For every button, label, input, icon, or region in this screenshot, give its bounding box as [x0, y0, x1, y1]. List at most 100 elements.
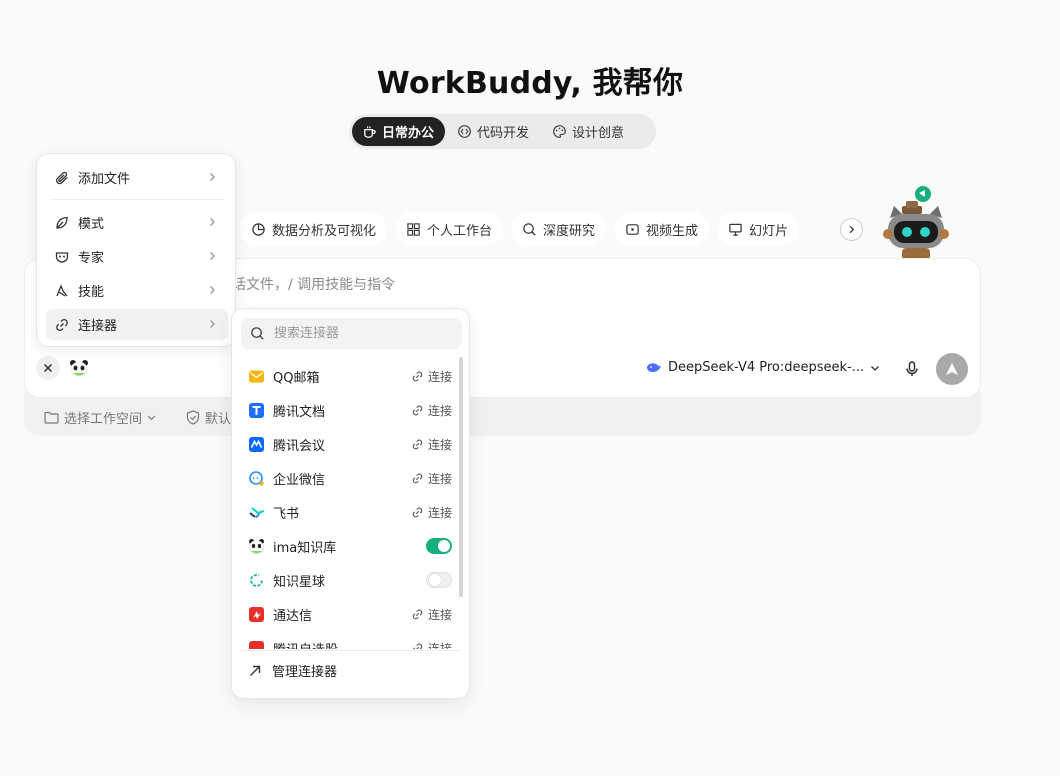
- chip-slides[interactable]: 幻灯片: [717, 212, 800, 246]
- chevron-right-icon: [210, 173, 215, 181]
- menu-item-label: 模式: [78, 217, 105, 232]
- tab-label: 设计创意: [572, 126, 625, 141]
- tencent-meeting-icon: [249, 436, 264, 452]
- tab-daily-office[interactable]: 日常办公: [352, 117, 446, 146]
- connect-button[interactable]: 连接: [411, 470, 452, 487]
- toggle-switch[interactable]: [426, 538, 452, 554]
- chevron-down-icon: [871, 365, 880, 371]
- connector-tongdaxin[interactable]: 通达信 连接: [248, 597, 452, 631]
- connector-zsxq[interactable]: 知识星球: [248, 563, 452, 597]
- expert-icon: [55, 251, 69, 263]
- connector-ima[interactable]: ima知识库: [248, 529, 452, 563]
- connect-button[interactable]: 连接: [411, 504, 452, 521]
- connector-list: QQ邮箱 连接 腾讯文档 连接 腾讯会议 连接 企业微信 连接 飞书 连接 im…: [232, 359, 469, 649]
- search-icon: [251, 327, 264, 340]
- connector-name: 飞书: [273, 506, 300, 522]
- chevron-right-icon: [849, 225, 855, 234]
- chips-next-button[interactable]: [840, 218, 863, 241]
- permission-selector[interactable]: 默认: [186, 408, 231, 427]
- connector-tencent-stocks[interactable]: 腾讯自选股 连接: [248, 631, 452, 649]
- chevron-right-icon: [210, 252, 215, 260]
- close-icon: [43, 363, 53, 373]
- toggle-switch[interactable]: [426, 572, 452, 588]
- connector-list-scrollbar[interactable]: [459, 357, 463, 597]
- connect-button[interactable]: 连接: [411, 606, 452, 623]
- tab-design[interactable]: 设计创意: [542, 117, 635, 146]
- menu-item-label: 添加文件: [78, 172, 131, 187]
- model-label: DeepSeek-V4 Pro:deepseek-...: [668, 360, 865, 375]
- tab-code-dev[interactable]: 代码开发: [447, 117, 540, 146]
- workspace-selector[interactable]: 选择工作空间: [44, 408, 156, 427]
- add-menu-popover: 添加文件 模式 专家 技能 连接器: [36, 153, 236, 347]
- wecom-icon: [249, 470, 264, 486]
- link-icon: [412, 643, 423, 649]
- connector-tencent-docs[interactable]: 腾讯文档 连接: [248, 393, 452, 427]
- folder-icon: [44, 411, 59, 424]
- connect-label: 连接: [427, 505, 452, 520]
- tongdaxin-icon: [249, 606, 264, 622]
- chevron-right-icon: [210, 286, 215, 294]
- suggestion-chips: 数据分析及可视化 个人工作台 深度研究 视频生成 幻灯片: [240, 212, 800, 246]
- mode-tabs: 日常办公 代码开发 设计创意: [349, 114, 656, 149]
- close-menu-button[interactable]: [36, 356, 60, 380]
- chip-label: 个人工作台: [427, 223, 493, 239]
- model-selector[interactable]: DeepSeek-V4 Pro:deepseek-...: [646, 360, 880, 375]
- skill-icon: [56, 283, 68, 297]
- menu-item-expert[interactable]: 专家: [46, 241, 228, 272]
- panda-icon[interactable]: [69, 359, 89, 377]
- connect-button[interactable]: 连接: [411, 436, 452, 453]
- connectors-popover: QQ邮箱 连接 腾讯文档 连接 腾讯会议 连接: [231, 308, 470, 699]
- grid-icon: [407, 222, 420, 236]
- menu-item-skills[interactable]: 技能: [46, 275, 228, 306]
- chip-deep-research[interactable]: 深度研究: [511, 212, 607, 246]
- chip-data-analysis[interactable]: 数据分析及可视化: [240, 212, 388, 246]
- menu-divider: [50, 199, 224, 200]
- chip-personal-workspace[interactable]: 个人工作台: [395, 212, 504, 246]
- microphone-icon[interactable]: [903, 360, 921, 378]
- connector-toggle-off[interactable]: [426, 572, 452, 588]
- tencent-stocks-icon: [249, 640, 264, 649]
- connector-divider: [241, 650, 462, 651]
- menu-item-mode[interactable]: 模式: [46, 207, 228, 238]
- connector-search-input[interactable]: [274, 326, 444, 341]
- robot-mascot-icon[interactable]: [880, 184, 952, 262]
- chevron-right-icon: [210, 320, 215, 328]
- leaf-icon: [56, 216, 68, 229]
- link-icon: [412, 371, 423, 381]
- manage-connectors-button[interactable]: 管理连接器: [248, 661, 337, 680]
- connector-tencent-meeting[interactable]: 腾讯会议 连接: [248, 427, 452, 461]
- connect-button[interactable]: 连接: [411, 640, 452, 650]
- send-arrow-icon: [946, 363, 958, 375]
- connector-feishu[interactable]: 飞书 连接: [248, 495, 452, 529]
- connector-wecom[interactable]: 企业微信 连接: [248, 461, 452, 495]
- link-icon: [412, 609, 423, 619]
- feishu-icon: [249, 506, 265, 518]
- chip-video-generation[interactable]: 视频生成: [614, 212, 710, 246]
- workspace-label: 选择工作空间: [64, 412, 143, 427]
- connector-name: 通达信: [273, 608, 313, 624]
- deepseek-whale-icon: [647, 362, 661, 372]
- connect-label: 连接: [427, 471, 452, 486]
- connector-name: 腾讯文档: [273, 404, 326, 420]
- slides-icon: [729, 223, 742, 236]
- chip-label: 幻灯片: [749, 223, 789, 239]
- send-button[interactable]: [936, 353, 968, 385]
- tab-label: 代码开发: [477, 126, 530, 141]
- chat-input-placeholder[interactable]: 话文件，/ 调用技能与指令: [232, 274, 395, 294]
- connector-name: 腾讯会议: [273, 438, 326, 454]
- menu-item-label: 技能: [78, 285, 105, 300]
- connect-label: 连接: [427, 641, 452, 650]
- connector-name: 知识星球: [273, 574, 326, 590]
- link-icon: [412, 507, 423, 517]
- connector-toggle-on[interactable]: [426, 538, 452, 554]
- connect-button[interactable]: 连接: [411, 368, 452, 385]
- menu-item-connectors[interactable]: 连接器: [46, 309, 228, 340]
- connector-search[interactable]: [241, 318, 462, 349]
- code-icon: [458, 125, 471, 138]
- connect-label: 连接: [427, 403, 452, 418]
- connect-button[interactable]: 连接: [411, 402, 452, 419]
- connector-name: QQ邮箱: [273, 370, 320, 386]
- menu-item-label: 连接器: [78, 319, 118, 334]
- menu-item-add-file[interactable]: 添加文件: [46, 162, 228, 193]
- connector-qq-mail[interactable]: QQ邮箱 连接: [248, 359, 452, 393]
